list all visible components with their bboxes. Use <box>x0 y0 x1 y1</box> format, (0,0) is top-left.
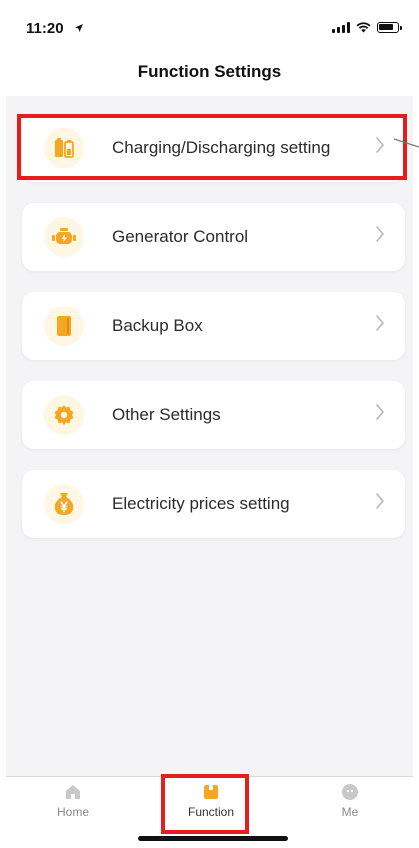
tab-home[interactable]: Home <box>33 781 113 819</box>
profile-icon <box>342 784 358 800</box>
cellular-signal-icon <box>332 22 350 33</box>
money-bag-icon <box>54 493 74 515</box>
wifi-icon <box>356 22 371 33</box>
highlight-box <box>17 114 407 180</box>
gear-icon <box>54 405 74 425</box>
location-arrow-icon <box>75 24 83 32</box>
screen: 11:20 Function Settings Charging/Dischar… <box>0 0 419 848</box>
home-indicator <box>138 836 288 841</box>
menu-item-other-settings[interactable]: Other Settings <box>22 381 405 449</box>
generator-icon <box>52 228 76 244</box>
page-title: Function Settings <box>137 62 282 81</box>
pointer-line <box>394 138 419 148</box>
menu-item-label: Electricity prices setting <box>112 494 290 513</box>
tab-label: Home <box>56 805 89 819</box>
chevron-right-icon <box>376 226 384 242</box>
tab-highlight-box <box>161 774 249 834</box>
home-icon <box>66 785 80 799</box>
status-time: 11:20 <box>26 20 64 37</box>
menu-item-label: Generator Control <box>112 227 249 246</box>
menu-item-electricity-prices[interactable]: Electricity prices setting <box>22 470 405 538</box>
chevron-right-icon <box>376 315 384 331</box>
menu-item-generator-control[interactable]: Generator Control <box>22 203 405 271</box>
icon-circle <box>44 217 84 257</box>
menu-item-label: Backup Box <box>112 316 203 335</box>
status-indicators <box>332 22 402 33</box>
chevron-right-icon <box>376 493 384 509</box>
icon-circle <box>44 395 84 435</box>
tab-me[interactable]: Me <box>310 781 390 819</box>
icon-circle <box>44 306 84 346</box>
menu-item-backup-box[interactable]: Backup Box <box>22 292 405 360</box>
backup-box-icon <box>57 316 71 336</box>
icon-circle <box>44 484 84 524</box>
tab-label: Me <box>341 805 359 819</box>
menu-item-label: Other Settings <box>112 405 221 424</box>
battery-icon <box>377 22 402 33</box>
status-bar: 11:20 <box>0 0 419 44</box>
chevron-right-icon <box>376 404 384 420</box>
